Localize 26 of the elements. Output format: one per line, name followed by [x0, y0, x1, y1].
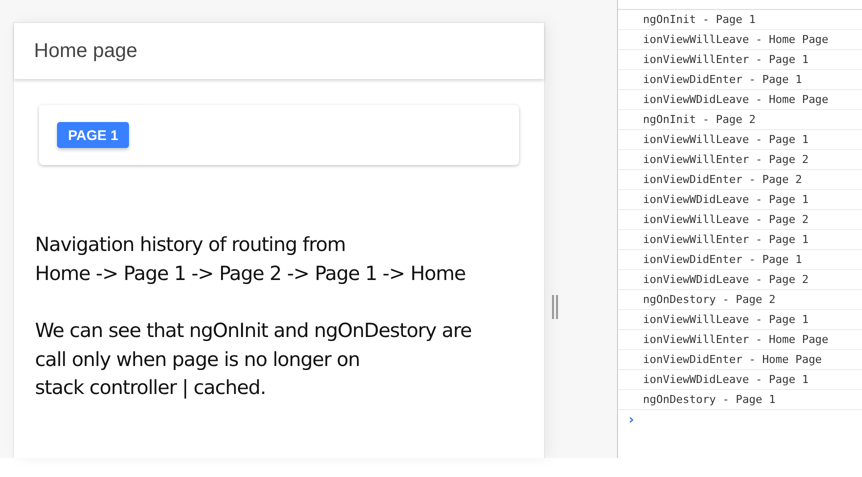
console-message: ngOnDestory - Page 1: [643, 393, 776, 406]
console-message: ngOnDestory - Page 2: [643, 293, 776, 306]
console-message: ionViewWDidLeave - Page 1: [643, 193, 809, 206]
console-message: ionViewDidEnter - Page 1: [643, 73, 802, 86]
page-title: Home page: [34, 40, 138, 62]
console-message: ngOnInit - Page 2: [643, 113, 756, 126]
page-button[interactable]: PAGE 1: [57, 122, 130, 148]
console-message: ionViewWDidLeave - Page 2: [643, 273, 809, 286]
prompt-icon[interactable]: ›: [627, 412, 636, 428]
resize-handle[interactable]: [552, 295, 558, 319]
console-message: ionViewWillLeave - Home Page: [643, 33, 828, 46]
console-message: ionViewWillLeave - Page 2: [643, 213, 809, 226]
console-message: ionViewWillLeave - Page 1: [643, 313, 809, 326]
console-message: ionViewDidEnter - Page 1: [643, 253, 802, 266]
console-message: ionViewDidEnter - Home Page: [643, 353, 822, 366]
paragraph: Navigation history of routing from Home -> Page 1 -> Page 2 -> Page 1 -> Home: [35, 232, 466, 286]
console-message: ionViewWDidLeave - Home Page: [643, 93, 828, 106]
console-message: ionViewWDidLeave - Page 1: [643, 373, 809, 386]
console-message: ionViewWillLeave - Page 1: [643, 133, 809, 146]
console-message: ionViewWillEnter - Home Page: [643, 333, 828, 346]
console-message: ionViewWillEnter - Page 1: [643, 53, 809, 66]
console-message: ionViewWillEnter - Page 1: [643, 233, 809, 246]
console-message: ionViewWillEnter - Page 2: [643, 153, 809, 166]
console-message: ionViewDidEnter - Page 2: [643, 173, 802, 186]
paragraph: We can see that ngOnInit and ngOnDestory are call only when page is no longer on stack controller | cached.: [35, 318, 472, 401]
console-message: ngOnInit - Page 1: [643, 13, 756, 26]
